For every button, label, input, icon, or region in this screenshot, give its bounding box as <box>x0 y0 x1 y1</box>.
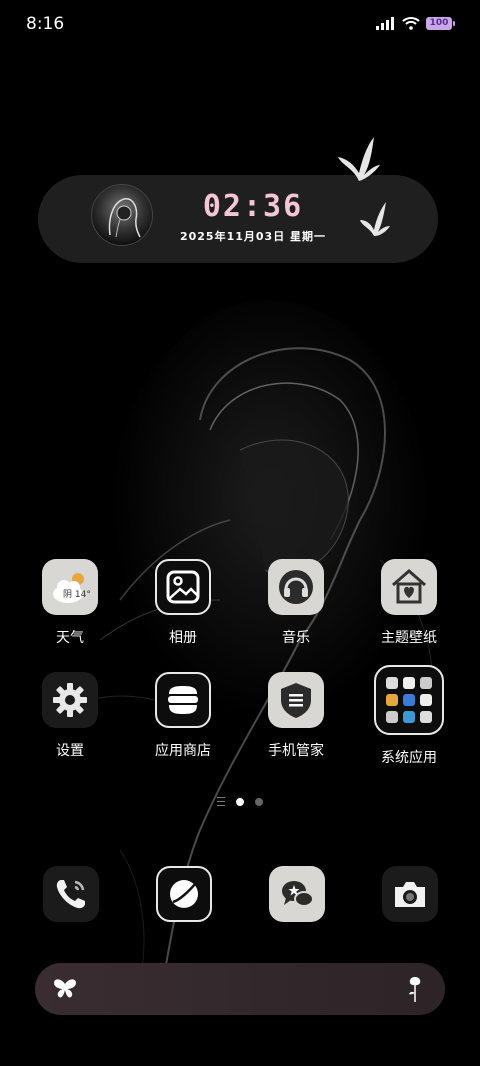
phone-icon <box>43 866 99 922</box>
page-dot <box>255 797 263 806</box>
app-label: 系统应用 <box>381 750 437 766</box>
app-theme[interactable]: 主题壁纸 <box>354 559 464 647</box>
app-weather[interactable]: 阴 14° 天气 <box>15 559 125 647</box>
dock-browser[interactable] <box>156 866 212 922</box>
battery-level: 100 <box>429 18 449 28</box>
app-label: 相册 <box>169 630 197 646</box>
app-phone-manager[interactable]: 手机管家 <box>241 672 351 760</box>
app-label: 主题壁纸 <box>381 630 437 646</box>
page-indicator[interactable] <box>0 797 480 806</box>
app-label: 音乐 <box>282 630 310 646</box>
system-apps-folder-icon <box>374 665 444 735</box>
page-list-icon <box>217 797 225 806</box>
camera-icon <box>382 866 438 922</box>
butterfly-icon <box>54 979 76 998</box>
dock-camera[interactable] <box>382 866 438 922</box>
app-label: 设置 <box>56 743 84 759</box>
browser-icon <box>156 866 212 922</box>
dock-phone[interactable] <box>43 866 99 922</box>
weather-temp: 阴 14° <box>63 590 91 600</box>
page-dot-active <box>236 797 244 806</box>
status-icons: 100 <box>376 16 455 30</box>
music-icon <box>268 559 324 615</box>
gallery-icon <box>155 559 211 615</box>
bottom-search-bar[interactable] <box>35 963 445 1015</box>
app-settings[interactable]: 设置 <box>15 672 125 760</box>
rose-icon <box>409 977 421 1002</box>
dock-messages[interactable] <box>269 866 325 922</box>
app-gallery[interactable]: 相册 <box>128 559 238 647</box>
app-store-icon <box>155 672 211 728</box>
theme-icon <box>381 559 437 615</box>
app-label: 应用商店 <box>155 743 211 759</box>
status-time: 8:16 <box>26 14 65 34</box>
settings-icon <box>42 672 98 728</box>
app-label: 手机管家 <box>268 743 324 759</box>
app-system-folder[interactable]: 系统应用 <box>354 665 464 767</box>
flower-decoration-icon <box>338 137 380 181</box>
messages-icon <box>269 866 325 922</box>
battery-icon: 100 <box>426 16 455 30</box>
phone-manager-icon <box>268 672 324 728</box>
app-label: 天气 <box>56 630 84 646</box>
app-music[interactable]: 音乐 <box>241 559 351 647</box>
flower-decoration-icon <box>360 202 390 236</box>
signal-icon <box>376 16 394 30</box>
app-store[interactable]: 应用商店 <box>128 672 238 760</box>
wifi-icon <box>402 17 420 30</box>
